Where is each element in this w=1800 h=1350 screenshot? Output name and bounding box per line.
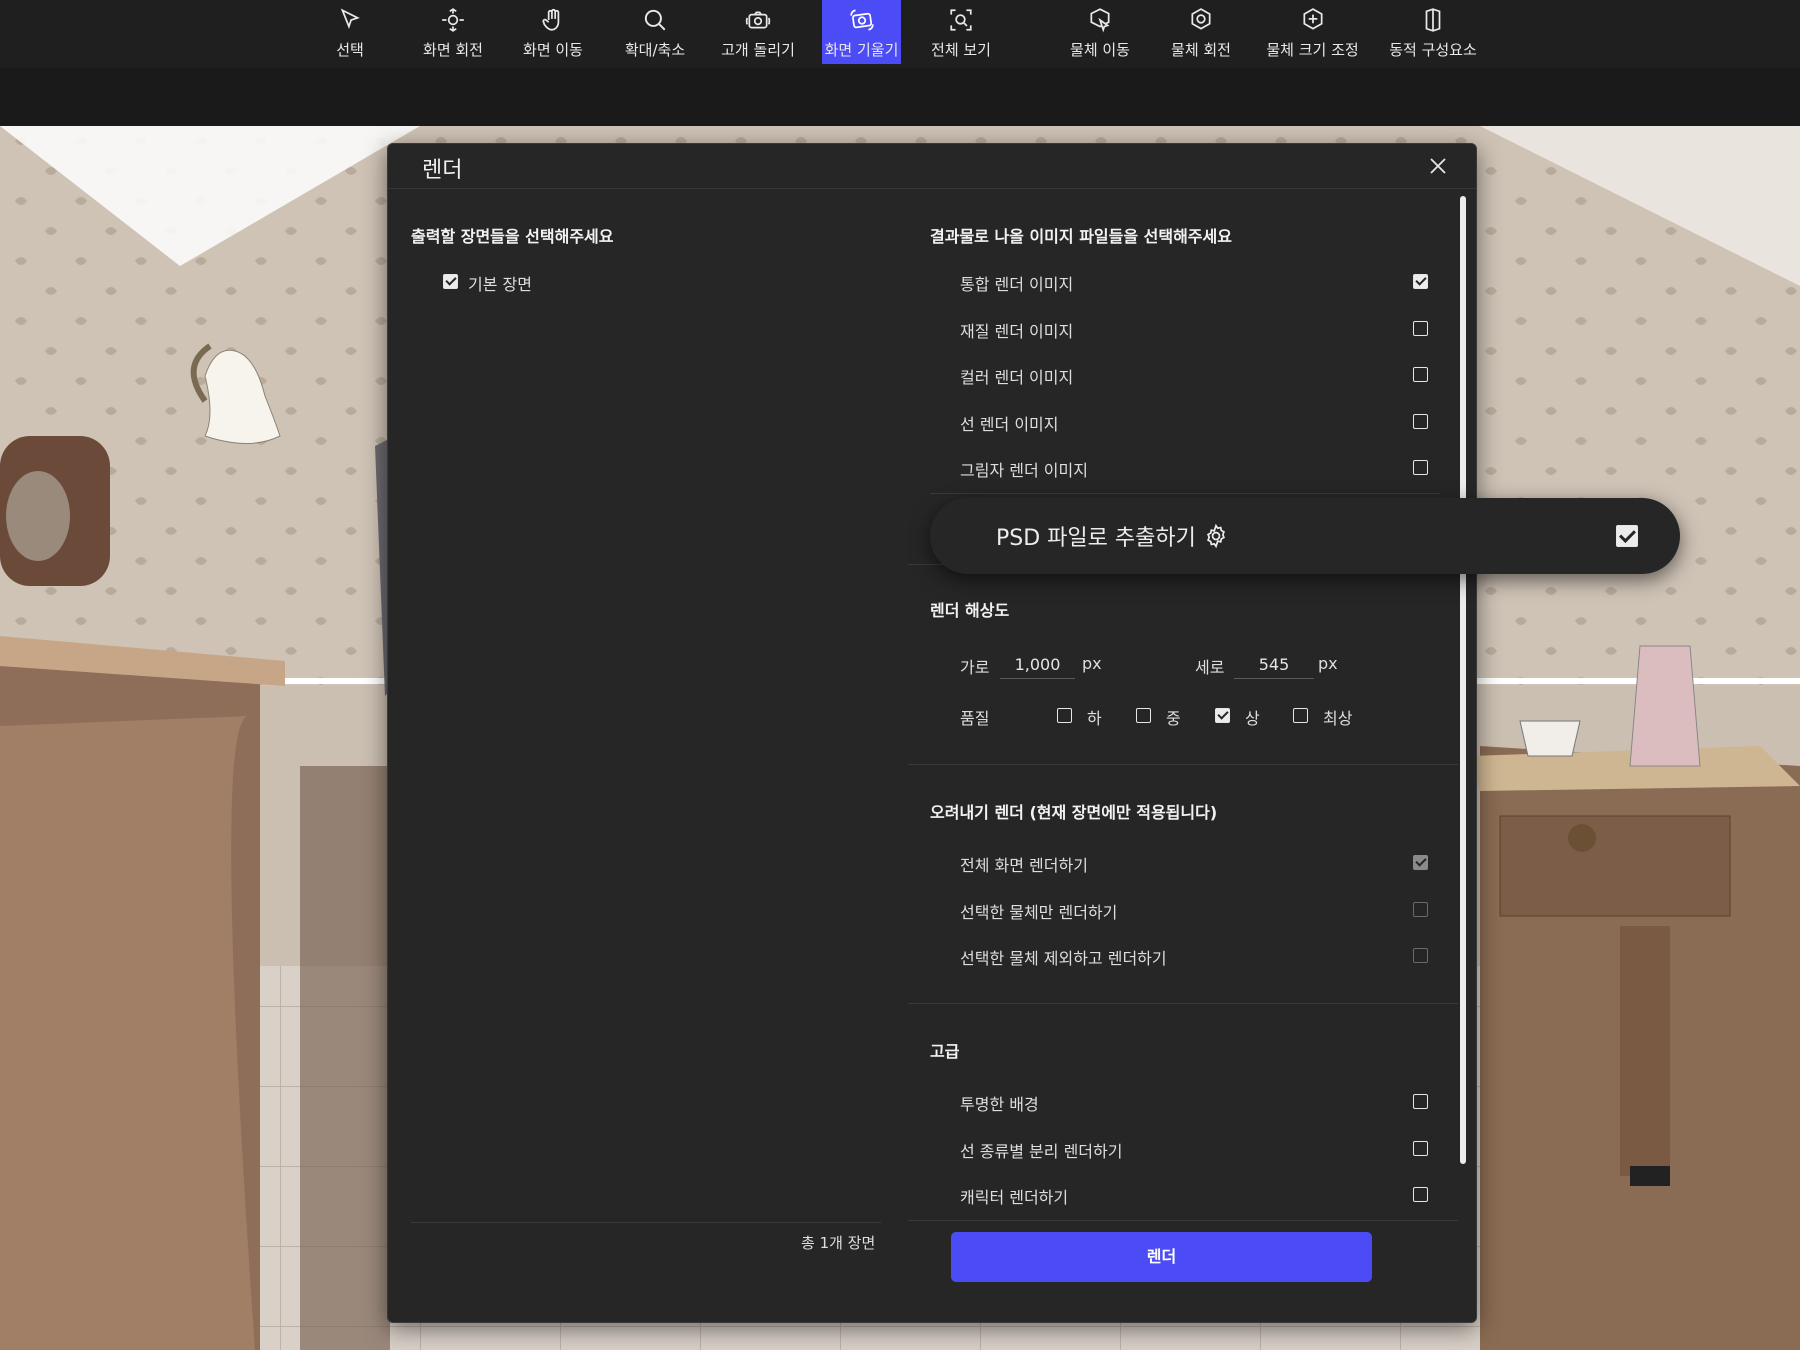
advanced-item-checkbox[interactable]: [1413, 1094, 1428, 1109]
tool-label: 화면 기울기: [824, 41, 899, 59]
crop-divider: [908, 764, 1458, 765]
tool-pan[interactable]: 화면 이동: [513, 0, 593, 64]
scene-count: 총 1개 장면: [801, 1234, 876, 1252]
height-input[interactable]: 545: [1234, 652, 1314, 679]
psd-export-checkbox[interactable]: [1616, 525, 1638, 547]
tool-label: 전체 보기: [931, 41, 991, 59]
camera-tilt-icon: [849, 9, 874, 31]
advanced-section-title: 고급: [930, 1042, 960, 1061]
tool-select[interactable]: 선택: [320, 0, 380, 64]
tool-object-move[interactable]: 물체 이동: [1060, 0, 1140, 64]
output-item-checkbox[interactable]: [1413, 414, 1428, 429]
camera-turn-icon: [745, 11, 771, 29]
close-icon[interactable]: [1428, 156, 1448, 176]
zoom-icon: [644, 9, 666, 31]
dialog-title: 렌더: [422, 158, 463, 183]
hand-icon: [542, 8, 560, 31]
width-label: 가로: [960, 658, 990, 677]
scene-label: 기본 장면: [468, 275, 532, 294]
dialog-header: 렌더: [388, 144, 1476, 189]
crop-item-label: 선택한 물체 제외하고 렌더하기: [960, 949, 1167, 968]
advanced-item-label: 투명한 배경: [960, 1095, 1039, 1114]
advanced-item-checkbox[interactable]: [1413, 1141, 1428, 1156]
advanced-item-label: 캐릭터 렌더하기: [960, 1188, 1069, 1207]
quality-option-label: 상: [1245, 709, 1260, 728]
fit-view-icon: [950, 9, 972, 31]
tool-camera-turn[interactable]: 고개 돌리기: [713, 0, 803, 64]
tool-camera-tilt[interactable]: 화면 기울기: [822, 0, 901, 64]
advanced-divider: [908, 1003, 1458, 1004]
output-item-checkbox[interactable]: [1413, 321, 1428, 336]
quality-low-checkbox[interactable]: [1057, 708, 1072, 723]
crop-item-checkbox[interactable]: [1413, 948, 1428, 963]
tool-label: 선택: [336, 41, 364, 59]
crop-item-label: 전체 화면 렌더하기: [960, 856, 1088, 875]
gear-icon[interactable]: [1203, 523, 1229, 549]
tool-label: 물체 이동: [1070, 41, 1130, 59]
width-unit: px: [1082, 654, 1102, 673]
tool-label: 화면 이동: [523, 41, 583, 59]
tool-label: 물체 크기 조정: [1266, 41, 1359, 59]
dynamic-component-icon: [1425, 8, 1441, 32]
tool-object-scale[interactable]: 물체 크기 조정: [1260, 0, 1365, 64]
output-item-label: 그림자 렌더 이미지: [960, 461, 1088, 480]
rotate-view-icon: [442, 8, 464, 32]
object-move-icon: [1090, 8, 1110, 33]
quality-label: 품질: [960, 709, 990, 728]
tool-rotate-view[interactable]: 화면 회전: [413, 0, 493, 64]
output-item-label: 컬러 렌더 이미지: [960, 368, 1074, 387]
output-item-checkbox[interactable]: [1413, 460, 1428, 475]
cursor-icon: [340, 8, 360, 30]
height-unit: px: [1318, 654, 1338, 673]
tool-label: 물체 회전: [1171, 41, 1231, 59]
height-label: 세로: [1195, 658, 1225, 677]
top-toolbar: 선택 화면 회전 화면 이동 확대/축소 고개 돌리기 화면 기울기 전체 보기…: [0, 0, 1800, 126]
tool-fit-view[interactable]: 전체 보기: [921, 0, 1001, 64]
tool-object-rotate[interactable]: 물체 회전: [1161, 0, 1241, 64]
object-scale-icon: [1302, 8, 1323, 30]
output-divider: [930, 493, 1440, 494]
output-item-checkbox[interactable]: [1413, 274, 1428, 289]
psd-export-row[interactable]: PSD 파일로 추출하기: [930, 498, 1680, 574]
quality-high-checkbox[interactable]: [1215, 708, 1230, 723]
crop-item-label: 선택한 물체만 렌더하기: [960, 903, 1118, 922]
advanced-item-label: 선 종류별 분리 렌더하기: [960, 1142, 1123, 1161]
scene-checkbox[interactable]: [443, 274, 458, 289]
width-input[interactable]: 1,000: [1000, 652, 1075, 679]
crop-section-title: 오려내기 렌더 (현재 장면에만 적용됩니다): [930, 803, 1218, 822]
tool-zoom[interactable]: 확대/축소: [615, 0, 695, 64]
left-footer-divider: [411, 1222, 881, 1223]
footer-divider: [908, 1220, 1458, 1221]
output-item-label: 재질 렌더 이미지: [960, 322, 1074, 341]
crop-item-checkbox[interactable]: [1413, 855, 1428, 870]
tool-label: 동적 구성요소: [1389, 41, 1477, 59]
resolution-section-title: 렌더 해상도: [930, 601, 1010, 620]
toolbar-strip: [0, 68, 1800, 126]
render-button[interactable]: 렌더: [951, 1232, 1372, 1282]
scrollbar-thumb[interactable]: [1460, 196, 1466, 1164]
quality-option-label: 하: [1087, 709, 1102, 728]
scenes-section-title: 출력할 장면들을 선택해주세요: [411, 227, 614, 246]
tool-label: 확대/축소: [624, 41, 686, 59]
quality-mid-checkbox[interactable]: [1136, 708, 1151, 723]
object-rotate-icon: [1191, 8, 1211, 30]
quality-option-label: 최상: [1323, 709, 1353, 728]
output-item-label: 선 렌더 이미지: [960, 415, 1059, 434]
quality-option-label: 중: [1166, 709, 1181, 728]
tool-label: 화면 회전: [423, 41, 483, 59]
render-dialog: 렌더 출력할 장면들을 선택해주세요 기본 장면 총 1개 장면 결과물로 나올…: [387, 143, 1477, 1323]
output-item-checkbox[interactable]: [1413, 367, 1428, 382]
quality-best-checkbox[interactable]: [1293, 708, 1308, 723]
crop-item-checkbox[interactable]: [1413, 902, 1428, 917]
psd-export-label: PSD 파일로 추출하기: [996, 526, 1196, 551]
advanced-item-checkbox[interactable]: [1413, 1187, 1428, 1202]
tool-label: 고개 돌리기: [721, 41, 795, 59]
tool-dynamic-component[interactable]: 동적 구성요소: [1383, 0, 1483, 64]
output-section-title: 결과물로 나올 이미지 파일들을 선택해주세요: [930, 227, 1232, 246]
output-item-label: 통합 렌더 이미지: [960, 275, 1074, 294]
